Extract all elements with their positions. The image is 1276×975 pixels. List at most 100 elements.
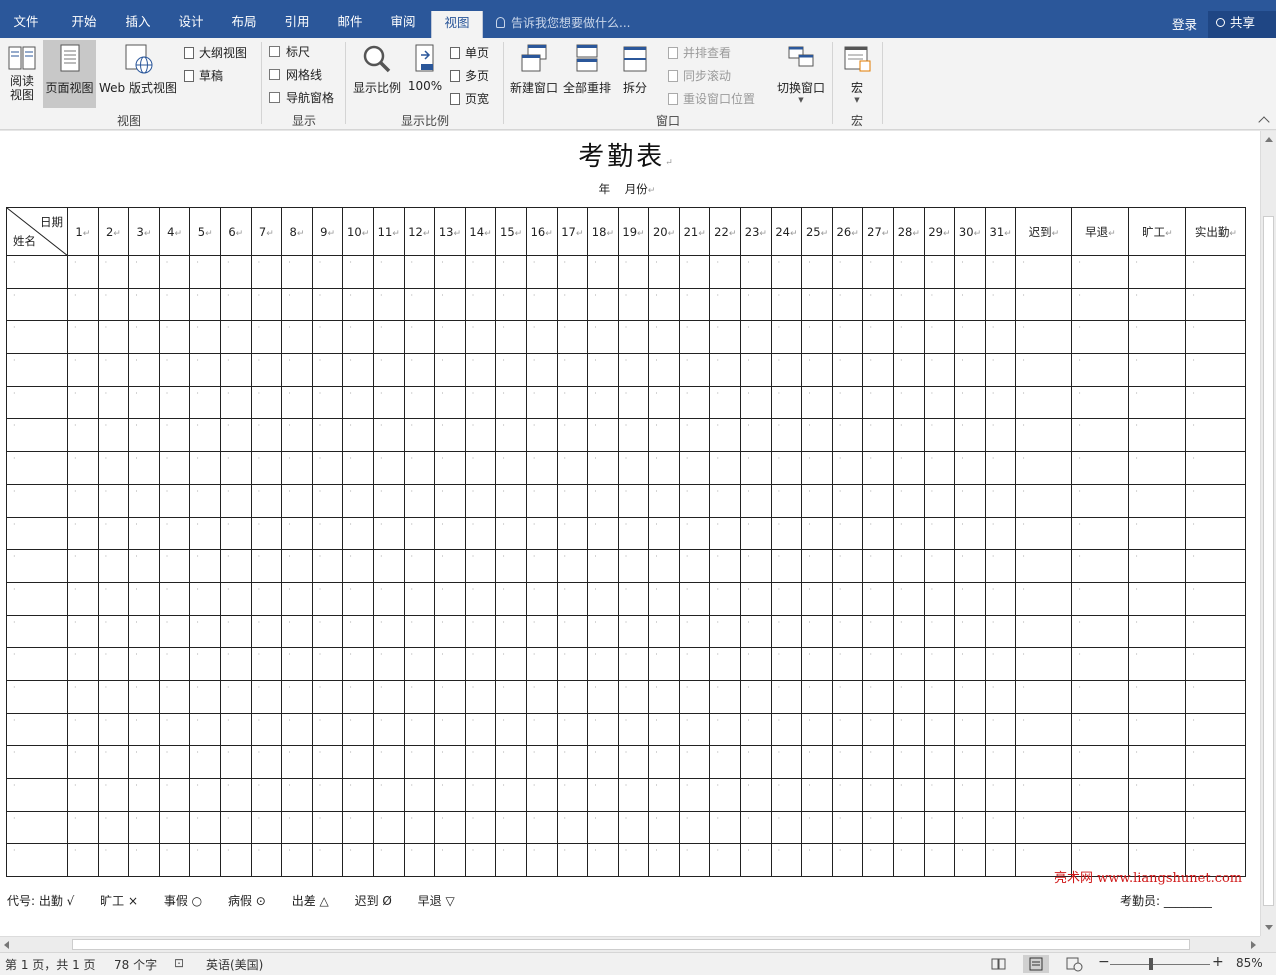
- table-cell[interactable]: ·: [984, 516, 1017, 551]
- table-cell[interactable]: ·: [464, 549, 497, 583]
- table-cell[interactable]: ·: [342, 255, 374, 289]
- table-cell[interactable]: ·: [770, 287, 803, 322]
- table-cell[interactable]: ·: [709, 255, 742, 289]
- table-cell[interactable]: ·: [128, 483, 160, 518]
- table-cell[interactable]: ·: [1071, 549, 1130, 583]
- table-cell[interactable]: ·: [128, 385, 160, 420]
- table-cell[interactable]: ·: [617, 516, 650, 551]
- table-cell[interactable]: ·: [434, 353, 466, 387]
- table-cell[interactable]: ·: [403, 353, 436, 387]
- table-cell[interactable]: ·: [770, 549, 803, 583]
- table-cell[interactable]: ·: [219, 679, 252, 714]
- table-cell[interactable]: ·: [6, 712, 68, 747]
- table-cell[interactable]: ·: [740, 679, 772, 714]
- table-cell[interactable]: ·: [923, 778, 956, 812]
- table-cell[interactable]: ·: [434, 810, 466, 845]
- table-cell[interactable]: ·: [923, 418, 956, 453]
- web-layout-status-button[interactable]: [1061, 955, 1087, 973]
- table-cell[interactable]: ·: [893, 549, 925, 583]
- day-header-cell[interactable]: 28↵: [893, 207, 925, 256]
- table-cell[interactable]: ·: [770, 320, 803, 355]
- day-header-cell[interactable]: 26↵: [831, 207, 864, 256]
- table-cell[interactable]: ·: [6, 745, 68, 779]
- table-cell[interactable]: ·: [128, 287, 160, 322]
- table-cell[interactable]: ·: [67, 843, 99, 878]
- table-cell[interactable]: ·: [1015, 516, 1073, 551]
- table-cell[interactable]: ·: [219, 581, 252, 616]
- table-cell[interactable]: ·: [311, 287, 344, 322]
- table-cell[interactable]: ·: [250, 418, 283, 453]
- table-cell[interactable]: ·: [1128, 581, 1187, 616]
- table-cell[interactable]: ·: [1128, 255, 1187, 289]
- table-cell[interactable]: ·: [801, 745, 833, 779]
- table-cell[interactable]: ·: [740, 385, 772, 420]
- table-cell[interactable]: ·: [128, 712, 160, 747]
- table-cell[interactable]: ·: [311, 712, 344, 747]
- table-cell[interactable]: ·: [617, 778, 650, 812]
- zoom-in-button[interactable]: +: [1212, 954, 1224, 970]
- table-cell[interactable]: ·: [1128, 647, 1187, 681]
- table-cell[interactable]: ·: [954, 385, 986, 420]
- table-cell[interactable]: ·: [678, 483, 711, 518]
- table-cell[interactable]: ·: [617, 451, 650, 485]
- table-cell[interactable]: ·: [1185, 745, 1247, 779]
- table-cell[interactable]: ·: [556, 712, 589, 747]
- table-cell[interactable]: ·: [311, 778, 344, 812]
- table-cell[interactable]: ·: [6, 581, 68, 616]
- table-cell[interactable]: ·: [709, 581, 742, 616]
- table-cell[interactable]: ·: [831, 810, 864, 845]
- table-cell[interactable]: ·: [1015, 581, 1073, 616]
- table-cell[interactable]: ·: [801, 614, 833, 649]
- table-cell[interactable]: ·: [128, 516, 160, 551]
- table-cell[interactable]: ·: [311, 418, 344, 453]
- table-cell[interactable]: ·: [219, 353, 252, 387]
- table-cell[interactable]: ·: [770, 647, 803, 681]
- day-header-cell[interactable]: 22↵: [709, 207, 742, 256]
- table-cell[interactable]: ·: [709, 810, 742, 845]
- table-cell[interactable]: ·: [923, 385, 956, 420]
- table-cell[interactable]: ·: [1015, 287, 1073, 322]
- table-cell[interactable]: ·: [1128, 549, 1187, 583]
- table-cell[interactable]: ·: [648, 353, 680, 387]
- table-cell[interactable]: ·: [128, 778, 160, 812]
- table-cell[interactable]: ·: [984, 745, 1017, 779]
- table-cell[interactable]: ·: [556, 647, 589, 681]
- table-cell[interactable]: ·: [862, 451, 895, 485]
- table-cell[interactable]: ·: [678, 287, 711, 322]
- table-cell[interactable]: ·: [556, 581, 589, 616]
- table-cell[interactable]: ·: [801, 549, 833, 583]
- table-cell[interactable]: ·: [97, 581, 130, 616]
- table-cell[interactable]: ·: [158, 679, 191, 714]
- table-cell[interactable]: ·: [219, 385, 252, 420]
- table-cell[interactable]: ·: [1071, 287, 1130, 322]
- table-cell[interactable]: ·: [923, 810, 956, 845]
- table-cell[interactable]: ·: [97, 483, 130, 518]
- table-cell[interactable]: ·: [709, 385, 742, 420]
- table-cell[interactable]: ·: [801, 385, 833, 420]
- table-cell[interactable]: ·: [342, 679, 374, 714]
- table-cell[interactable]: ·: [219, 418, 252, 453]
- zoom-slider-thumb[interactable]: [1149, 958, 1153, 970]
- table-cell[interactable]: ·: [342, 483, 374, 518]
- table-cell[interactable]: ·: [587, 614, 619, 649]
- table-cell[interactable]: ·: [311, 581, 344, 616]
- table-cell[interactable]: ·: [311, 679, 344, 714]
- table-cell[interactable]: ·: [862, 385, 895, 420]
- table-cell[interactable]: ·: [648, 483, 680, 518]
- table-cell[interactable]: ·: [158, 647, 191, 681]
- table-cell[interactable]: ·: [709, 451, 742, 485]
- table-cell[interactable]: ·: [1185, 353, 1247, 387]
- table-cell[interactable]: ·: [1185, 483, 1247, 518]
- table-cell[interactable]: ·: [1071, 516, 1130, 551]
- table-cell[interactable]: ·: [525, 385, 558, 420]
- table-cell[interactable]: ·: [740, 516, 772, 551]
- table-cell[interactable]: ·: [893, 712, 925, 747]
- table-cell[interactable]: ·: [893, 287, 925, 322]
- table-cell[interactable]: ·: [587, 647, 619, 681]
- table-cell[interactable]: ·: [67, 353, 99, 387]
- table-cell[interactable]: ·: [1015, 483, 1073, 518]
- table-cell[interactable]: ·: [281, 255, 313, 289]
- table-cell[interactable]: ·: [495, 549, 527, 583]
- table-cell[interactable]: ·: [770, 483, 803, 518]
- attendance-table[interactable]: 日期 姓名 1↵ 2↵ 3↵ 4↵ 5↵ 6↵ 7↵ 8↵ 9↵ 10↵ 11↵ 12↵ 13↵ 14↵ 15↵…: [6, 207, 1247, 878]
